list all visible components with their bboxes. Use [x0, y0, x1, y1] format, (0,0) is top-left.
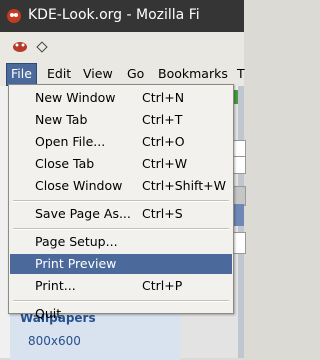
menu-item-shortcut: Ctrl+P — [142, 278, 183, 293]
right-box[interactable] — [232, 232, 246, 254]
size-link[interactable]: 800x600 — [28, 334, 81, 348]
menu-item-label: Print Preview — [35, 256, 117, 271]
bug-icon[interactable] — [12, 39, 28, 53]
menu-separator — [13, 200, 229, 202]
menu-item-quit[interactable]: Quit — [10, 304, 232, 324]
menu-bookmarks[interactable]: Bookmarks — [158, 64, 228, 84]
menu-item-label: Quit — [35, 306, 62, 321]
toolbar — [0, 32, 244, 63]
menu-item-label: New Tab — [35, 112, 88, 127]
menu-go[interactable]: Go — [127, 64, 144, 84]
menu-item-shortcut: Ctrl+W — [142, 156, 188, 171]
window-titlebar[interactable]: KDE-Look.org - Mozilla Fi — [0, 0, 244, 32]
menu-item-label: Close Window — [35, 178, 123, 193]
menu-view[interactable]: View — [83, 64, 113, 84]
menu-item-shortcut: Ctrl+N — [142, 90, 185, 105]
menu-item-shortcut: Ctrl+T — [142, 112, 183, 127]
menu-edit[interactable]: Edit — [47, 64, 71, 84]
menu-item-shortcut: Ctrl+Shift+W — [142, 178, 226, 193]
file-menu-dropdown: New Window Ctrl+N New Tab Ctrl+T Open File..… — [8, 84, 234, 321]
menu-item-close-tab[interactable]: Close Tab Ctrl+W — [10, 154, 232, 174]
menu-item-new-window[interactable]: New Window Ctrl+N — [10, 88, 232, 108]
window-title: KDE-Look.org - Mozilla Fi — [28, 7, 200, 23]
diamond-icon[interactable] — [36, 41, 48, 53]
menu-item-print[interactable]: Print... Ctrl+P — [10, 276, 232, 296]
menu-item-label: Open File... — [35, 134, 106, 149]
menu-separator — [13, 300, 229, 302]
menu-item-label: Close Tab — [35, 156, 95, 171]
menu-item-new-tab[interactable]: New Tab Ctrl+T — [10, 110, 232, 130]
menu-item-label: Print... — [35, 278, 76, 293]
menu-item-shortcut: Ctrl+S — [142, 206, 183, 221]
right-box[interactable] — [232, 186, 246, 206]
menu-t[interactable]: T — [237, 64, 245, 84]
menu-item-label: Page Setup... — [35, 234, 118, 249]
menu-item-label: New Window — [35, 90, 116, 105]
menu-item-page-setup[interactable]: Page Setup... — [10, 232, 232, 252]
menubar: File Edit View Go Bookmarks T — [0, 62, 245, 86]
menu-item-print-preview[interactable]: Print Preview — [10, 254, 232, 274]
menu-item-open-file[interactable]: Open File... Ctrl+O — [10, 132, 232, 152]
menu-item-save-page-as[interactable]: Save Page As... Ctrl+S — [10, 204, 232, 224]
menu-item-shortcut: Ctrl+O — [142, 134, 185, 149]
right-box[interactable] — [232, 156, 246, 174]
menu-file[interactable]: File — [6, 63, 37, 86]
mozilla-bug-icon — [7, 9, 21, 23]
menu-separator — [13, 228, 229, 230]
menu-item-close-window[interactable]: Close Window Ctrl+Shift+W — [10, 176, 232, 196]
menu-item-label: Save Page As... — [35, 206, 131, 221]
